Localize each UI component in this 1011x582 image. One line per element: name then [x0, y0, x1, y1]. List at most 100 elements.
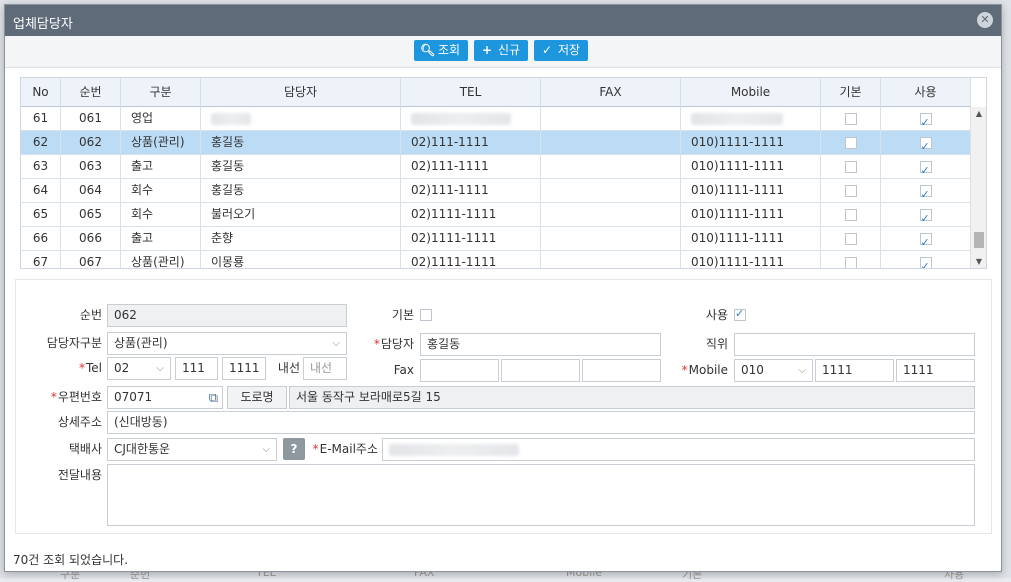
- default-checkbox[interactable]: [844, 136, 857, 149]
- use-checkbox[interactable]: [919, 231, 932, 251]
- cell-tel: 02)111-1111: [401, 179, 541, 203]
- email-redacted: [389, 443, 519, 456]
- detail-address-label: 상세주소: [57, 415, 102, 429]
- fax-area-field[interactable]: [420, 359, 499, 382]
- fax-label: Fax: [393, 363, 414, 377]
- cell-fax: [541, 155, 681, 179]
- type-select[interactable]: 상품(관리) ⌵︎: [107, 332, 347, 355]
- memo-label: 전달내용: [57, 468, 102, 482]
- col-mobile[interactable]: Mobile: [681, 78, 821, 107]
- save-button[interactable]: ✓ 저장: [534, 40, 589, 61]
- default-checkbox[interactable]: [420, 309, 432, 321]
- person-label: *담당자: [373, 337, 414, 351]
- cell-no: 64: [21, 179, 61, 203]
- cell-type: 출고: [121, 227, 201, 251]
- table-row[interactable]: 63 063 출고 홍길동 02)111-1111 010)1111-1111: [21, 155, 971, 179]
- cell-type: 출고: [121, 155, 201, 179]
- tel-last-field[interactable]: 1111: [222, 357, 266, 380]
- table-row[interactable]: 67 067 상품(관리) 이몽룡 02)1111-1111 010)1111-1111: [21, 251, 971, 268]
- cell-default: [821, 155, 881, 179]
- check-icon: ✓: [541, 43, 553, 57]
- search-icon: 🔍︎: [420, 43, 436, 57]
- fax-last-field[interactable]: [582, 359, 661, 382]
- dialog-title: 업체담당자: [13, 17, 73, 32]
- cell-fax: [541, 131, 681, 155]
- cell-seq: 062: [61, 131, 121, 155]
- cell-seq: 066: [61, 227, 121, 251]
- default-checkbox[interactable]: [844, 160, 857, 173]
- tel-area-select[interactable]: 02 ⌵︎: [107, 357, 171, 380]
- grid-header: No 순번 구분 담당자 TEL FAX Mobile 기본 사용: [21, 78, 971, 107]
- use-checkbox[interactable]: [919, 111, 932, 131]
- table-row[interactable]: 64 064 회수 홍길동 02)111-1111 010)1111-1111: [21, 179, 971, 203]
- table-row[interactable]: 62 062 상품(관리) 홍길동 02)111-1111 010)1111-1111: [21, 131, 971, 155]
- scroll-down-icon[interactable]: ▼: [971, 255, 986, 268]
- grid-scrollbar[interactable]: ▲ ▼: [970, 107, 986, 268]
- zip-search-icon[interactable]: ⧉: [209, 388, 218, 408]
- cell-mobile: 010)1111-1111: [681, 179, 821, 203]
- default-checkbox[interactable]: [844, 256, 857, 268]
- seq-field[interactable]: 062: [107, 304, 347, 327]
- table-row[interactable]: 66 066 출고 춘향 02)1111-1111 010)1111-1111: [21, 227, 971, 251]
- memo-textarea[interactable]: [107, 464, 975, 526]
- col-person[interactable]: 담당자: [201, 78, 401, 107]
- cell-fax: [541, 179, 681, 203]
- cell-fax: [541, 203, 681, 227]
- email-field[interactable]: [382, 438, 975, 461]
- use-checkbox[interactable]: [919, 207, 932, 227]
- table-row[interactable]: 61 061 영업: [21, 107, 971, 131]
- detail-address-field[interactable]: (신대방동): [107, 411, 975, 434]
- mobile-last-field[interactable]: 1111: [896, 359, 975, 382]
- tel-middle-field[interactable]: 111: [175, 357, 218, 380]
- use-checkbox[interactable]: [734, 307, 746, 321]
- cell-mobile: [681, 107, 821, 131]
- new-button[interactable]: + 신규: [474, 40, 529, 61]
- search-button[interactable]: 🔍︎ 조회: [414, 40, 469, 61]
- address-field[interactable]: 서울 동작구 보라매로5길 15: [289, 386, 975, 409]
- close-icon[interactable]: ✕: [977, 12, 993, 28]
- ext-label: 내선: [277, 361, 300, 375]
- contact-dialog: 업체담당자 ✕ 🔍︎ 조회 + 신규 ✓ 저장 No 순번 구분 담당자 TEL FA…: [4, 4, 1002, 572]
- zip-field[interactable]: 07071 ⧉: [107, 386, 223, 409]
- ext-field[interactable]: 내선: [303, 357, 347, 380]
- col-type[interactable]: 구분: [121, 78, 201, 107]
- dialog-titlebar: 업체담당자 ✕: [5, 5, 1001, 36]
- use-checkbox[interactable]: [919, 159, 932, 179]
- road-address-button[interactable]: 도로명: [227, 386, 287, 409]
- toolbar: 🔍︎ 조회 + 신규 ✓ 저장: [5, 36, 1001, 68]
- col-use[interactable]: 사용: [881, 78, 971, 107]
- table-row[interactable]: 65 065 회수 불러오기 02)1111-1111 010)1111-1111: [21, 203, 971, 227]
- position-field[interactable]: [734, 333, 975, 356]
- cell-no: 61: [21, 107, 61, 131]
- fax-middle-field[interactable]: [501, 359, 580, 382]
- cell-person: 춘향: [201, 227, 401, 251]
- mobile-middle-field[interactable]: 1111: [815, 359, 894, 382]
- col-seq[interactable]: 순번: [61, 78, 121, 107]
- use-checkbox[interactable]: [919, 255, 932, 268]
- use-checkbox[interactable]: [919, 183, 932, 203]
- use-checkbox[interactable]: [919, 135, 932, 155]
- col-default[interactable]: 기본: [821, 78, 881, 107]
- col-tel[interactable]: TEL: [401, 78, 541, 107]
- default-checkbox[interactable]: [844, 232, 857, 245]
- cell-default: [821, 203, 881, 227]
- courier-select[interactable]: CJ대한통운 ⌵︎: [107, 438, 277, 461]
- chevron-down-icon: ⌵︎: [262, 444, 270, 455]
- col-fax[interactable]: FAX: [541, 78, 681, 107]
- seq-label: 순번: [79, 308, 102, 322]
- cell-type: 영업: [121, 107, 201, 131]
- col-no[interactable]: No: [21, 78, 61, 107]
- cell-type: 회수: [121, 179, 201, 203]
- default-checkbox[interactable]: [844, 112, 857, 125]
- cell-person: 불러오기: [201, 203, 401, 227]
- cell-default: [821, 227, 881, 251]
- default-checkbox[interactable]: [844, 184, 857, 197]
- scroll-thumb[interactable]: [974, 232, 984, 248]
- redacted-text: [411, 112, 511, 125]
- default-checkbox[interactable]: [844, 208, 857, 221]
- person-field[interactable]: 홍길동: [420, 333, 661, 356]
- help-button[interactable]: ?: [283, 438, 305, 460]
- courier-label: 택배사: [68, 442, 102, 456]
- scroll-up-icon[interactable]: ▲: [971, 107, 986, 121]
- mobile-prefix-select[interactable]: 010 ⌵︎: [734, 359, 813, 382]
